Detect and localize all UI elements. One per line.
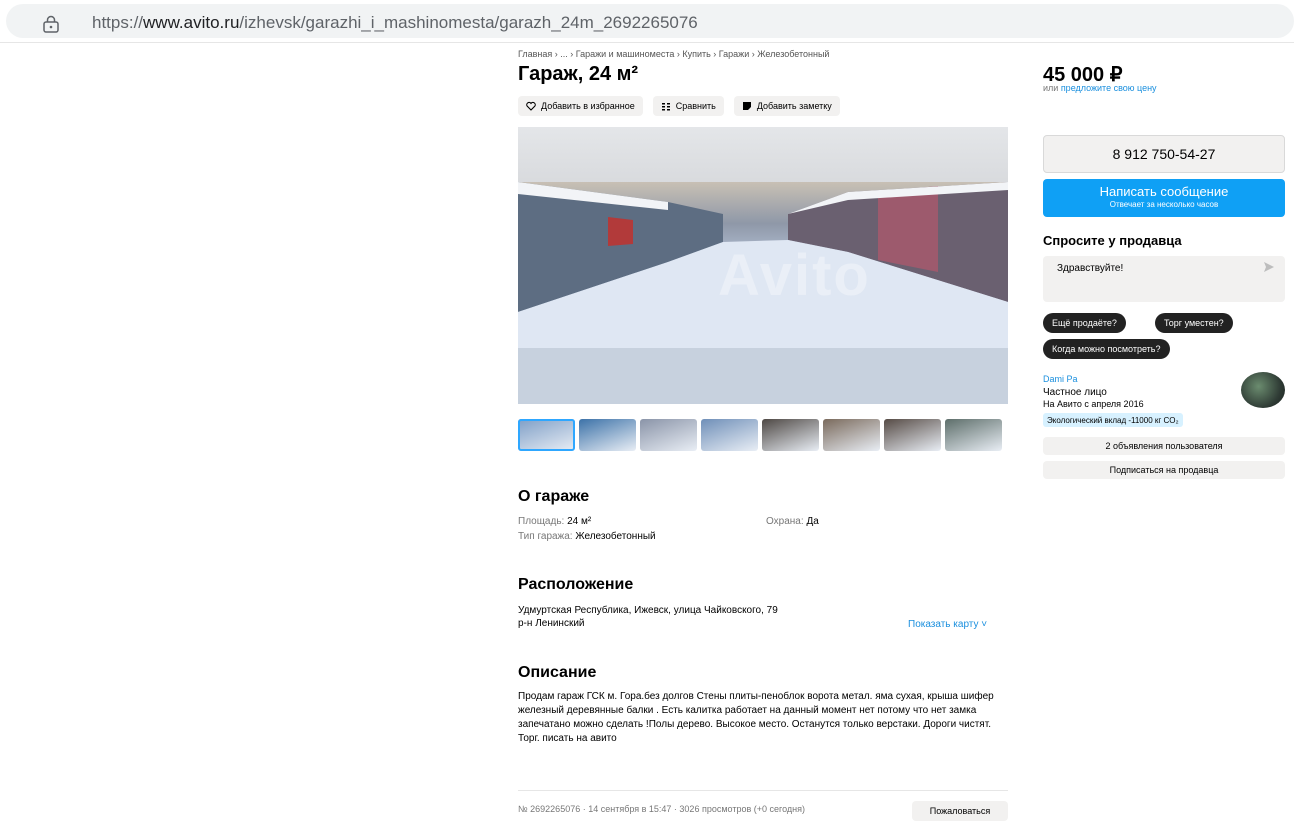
footer-divider — [518, 790, 1008, 791]
listing-actions: Добавить в избранное Сравнить Добавить з… — [518, 96, 840, 116]
subscribe-seller-button[interactable]: Подписаться на продавца — [1043, 461, 1285, 479]
send-icon[interactable] — [1263, 261, 1275, 273]
page-title: Гараж, 24 м² — [518, 63, 639, 85]
quick-reply-still-selling[interactable]: Ещё продаёте? — [1043, 313, 1126, 333]
add-to-favorites-label: Добавить в избранное — [541, 101, 635, 111]
description-heading: Описание — [518, 664, 597, 681]
compare-button[interactable]: Сравнить — [652, 96, 724, 116]
photo-thumbnail[interactable] — [762, 419, 819, 451]
photo-thumbnail[interactable] — [518, 419, 575, 451]
offer-prefix: или — [1043, 83, 1061, 93]
write-message-button[interactable]: Написать сообщение Отвечает за несколько… — [1043, 179, 1285, 217]
district-text: р-н Ленинский — [518, 618, 585, 629]
seller-name-link[interactable]: Dami Pa — [1043, 374, 1078, 384]
security-row: Охрана: Да — [766, 516, 819, 527]
offer-price-link[interactable]: предложите свою цену — [1061, 83, 1157, 93]
area-row: Площадь: 24 м² — [518, 516, 591, 527]
about-heading: О гараже — [518, 488, 590, 505]
report-button[interactable]: Пожаловаться — [912, 801, 1008, 821]
listing-meta: № 2692265076 · 14 сентября в 15:47 · 302… — [518, 804, 805, 814]
compare-icon — [661, 103, 670, 111]
photo-thumbnail[interactable] — [823, 419, 880, 451]
add-to-favorites-button[interactable]: Добавить в избранное — [518, 96, 643, 116]
url-path: /izhevsk/garazhi_i_mashinomesta/garazh_2… — [239, 13, 698, 32]
url-domain: www.avito.ru — [143, 13, 240, 32]
ask-seller-input[interactable]: Здравствуйте! — [1043, 256, 1285, 302]
location-heading: Расположение — [518, 576, 634, 593]
url-text[interactable]: https://www.avito.ru/izhevsk/garazhi_i_m… — [92, 13, 698, 33]
area-value: 24 м² — [567, 516, 592, 527]
note-icon — [742, 102, 751, 110]
address-field[interactable]: https://www.avito.ru/izhevsk/garazhi_i_m… — [6, 4, 1294, 38]
seller-ads-button[interactable]: 2 объявления пользователя — [1043, 437, 1285, 455]
url-scheme: https:// — [92, 13, 144, 32]
address-block: Удмуртская Республика, Ижевск, улица Чай… — [518, 604, 778, 630]
description-text: Продам гараж ГСК м. Гора.без долгов Стен… — [518, 691, 994, 744]
seller-type: Частное лицо — [1043, 387, 1107, 398]
main-photo[interactable]: Avito — [518, 127, 1008, 404]
photo-thumbnail[interactable] — [640, 419, 697, 451]
ask-seller-heading: Спросите у продавца — [1043, 233, 1182, 248]
add-note-label: Добавить заметку — [756, 101, 832, 111]
garage-type-row: Тип гаража: Железобетонный — [518, 531, 656, 542]
address-text: Удмуртская Республика, Ижевск, улица Чай… — [518, 605, 778, 616]
browser-url-bar: https://www.avito.ru/izhevsk/garazhi_i_m… — [0, 0, 1294, 43]
photo-thumbnail[interactable] — [945, 419, 1002, 451]
security-label: Охрана: — [766, 516, 804, 527]
photo-thumbnails — [518, 419, 1002, 451]
photo-blur-bottom — [518, 348, 1008, 404]
photo-thumbnail[interactable] — [884, 419, 941, 451]
photo-thumbnail[interactable] — [701, 419, 758, 451]
garage-type-label: Тип гаража: — [518, 531, 573, 542]
add-note-button[interactable]: Добавить заметку — [733, 96, 840, 116]
response-time-label: Отвечает за несколько часов — [1109, 200, 1219, 209]
phone-button[interactable]: 8 912 750-54-27 — [1043, 135, 1285, 173]
photo-blur-top — [518, 127, 1008, 185]
offer-price-line: или предложите свою цену — [1043, 83, 1157, 93]
breadcrumb[interactable]: Главная › ... › Гаражи и машиноместа › К… — [518, 49, 829, 59]
avatar[interactable] — [1241, 372, 1285, 408]
photo-thumbnail[interactable] — [579, 419, 636, 451]
garage-type-value: Железобетонный — [575, 531, 656, 542]
compare-label: Сравнить — [675, 101, 716, 111]
quick-reply-when-view[interactable]: Когда можно посмотреть? — [1043, 339, 1170, 359]
quick-reply-bargain[interactable]: Торг уместен? — [1155, 313, 1233, 333]
lock-icon[interactable] — [42, 15, 60, 33]
seller-since: На Авито с апреля 2016 — [1043, 399, 1144, 409]
write-message-label: Написать сообщение — [1099, 184, 1229, 199]
eco-badge[interactable]: Экологический вклад -11000 кг CO₂ — [1043, 413, 1183, 427]
show-map-link[interactable]: Показать карту ˅ — [908, 619, 987, 630]
area-label: Площадь: — [518, 516, 565, 527]
security-value: Да — [806, 516, 819, 527]
heart-icon — [526, 101, 536, 111]
avito-watermark: Avito — [718, 243, 871, 308]
